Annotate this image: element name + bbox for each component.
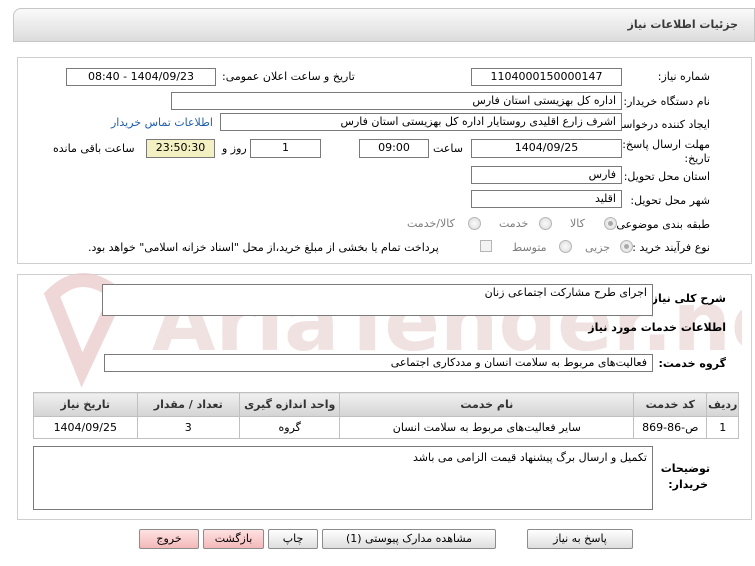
- services-table-header: ردیف کد خدمت نام خدمت واحد اندازه گیری ت…: [33, 392, 739, 417]
- category-label: طبقه بندی موضوعی:: [612, 218, 710, 231]
- deadline-date-label: تاریخ:: [684, 152, 710, 165]
- remaining-time-field: 23:50:30: [146, 139, 215, 158]
- treasury-payment-checkbox[interactable]: [480, 240, 492, 252]
- col-service-name: نام خدمت: [339, 392, 635, 417]
- creator-field: اشرف زارع اقلیدی روستایار اداره کل بهزیس…: [220, 113, 622, 131]
- print-button[interactable]: چاپ: [268, 529, 318, 549]
- purchase-medium-label: متوسط: [512, 241, 547, 254]
- purchase-minor-label: جزیی: [585, 241, 611, 254]
- table-row: 1 ص-86-869 سایر فعالیت‌های مربوط به سلام…: [33, 416, 739, 439]
- need-number-field: 1104000150000147: [471, 68, 622, 86]
- cell-service-name: سایر فعالیت‌های مربوط به سلامت انسان: [339, 416, 635, 439]
- buyer-notes-label-1: توضیحات: [660, 462, 710, 475]
- buyer-org-label: نام دستگاه خریدار:: [623, 95, 710, 108]
- creator-label: ایجاد کننده درخواست:: [608, 118, 710, 131]
- col-quantity: تعداد / مقدار: [136, 392, 241, 417]
- service-group-field: فعالیت‌های مربوط به سلامت انسان و مددکار…: [104, 354, 653, 372]
- cell-row-number: 1: [706, 416, 739, 439]
- days-remaining-field: 1: [250, 139, 321, 158]
- category-goods-radio[interactable]: [604, 217, 617, 230]
- page-title: جزئیات اطلاعات نیاز: [627, 18, 739, 31]
- col-need-date: تاریخ نیاز: [33, 392, 138, 417]
- deadline-label: مهلت ارسال پاسخ: تا: [612, 138, 710, 151]
- province-label: استان محل تحویل:: [623, 170, 710, 183]
- services-section-title: اطلاعات خدمات مورد نیاز: [588, 321, 726, 334]
- cell-need-date: 1404/09/25: [33, 416, 138, 439]
- category-goods-service-label: کالا/خدمت: [407, 217, 455, 230]
- province-field: فارس: [471, 166, 622, 184]
- need-info-panel: [17, 57, 752, 264]
- category-service-radio[interactable]: [539, 217, 552, 230]
- deadline-date-field: 1404/09/25: [471, 139, 622, 158]
- buyer-notes-field: تکمیل و ارسال برگ پیشنهاد قیمت الزامی می…: [33, 446, 653, 510]
- announce-datetime-label: تاریخ و ساعت اعلان عمومی:: [222, 70, 355, 83]
- col-service-code: کد خدمت: [633, 392, 708, 417]
- buyer-contact-link[interactable]: اطلاعات تماس خریدار: [111, 116, 213, 129]
- buyer-org-field: اداره کل بهزیستی استان فارس: [171, 92, 622, 110]
- services-table: ردیف کد خدمت نام خدمت واحد اندازه گیری ت…: [33, 392, 739, 439]
- back-button[interactable]: بازگشت: [203, 529, 264, 549]
- category-goods-label: کالا: [570, 217, 585, 230]
- service-group-label: گروه خدمت:: [658, 357, 726, 370]
- cell-quantity: 3: [136, 416, 241, 439]
- city-field: اقلید: [471, 190, 622, 208]
- city-label: شهر محل تحویل:: [630, 194, 710, 207]
- category-goods-service-radio[interactable]: [468, 217, 481, 230]
- page-header: جزئیات اطلاعات نیاز: [13, 8, 755, 42]
- deadline-time-field: 09:00: [359, 139, 429, 158]
- purchase-minor-radio[interactable]: [620, 240, 633, 253]
- days-label: روز و: [222, 142, 247, 155]
- col-unit: واحد اندازه گیری: [239, 392, 341, 417]
- exit-button[interactable]: خروج: [139, 529, 199, 549]
- purchase-medium-radio[interactable]: [559, 240, 572, 253]
- col-row-number: ردیف: [706, 392, 739, 417]
- deadline-time-label: ساعت: [433, 142, 463, 155]
- buyer-notes-label-2: خریدار:: [668, 478, 708, 491]
- need-number-label: شماره نیاز:: [657, 70, 710, 83]
- cell-service-code: ص-86-869: [633, 416, 708, 439]
- remaining-label: ساعت باقی مانده: [53, 142, 135, 155]
- need-summary-label: شرح کلی نیاز:: [647, 292, 726, 305]
- reply-button[interactable]: پاسخ به نیاز: [527, 529, 633, 549]
- category-service-label: خدمت: [499, 217, 529, 230]
- announce-datetime-field: 1404/09/23 - 08:40: [66, 68, 216, 86]
- treasury-payment-note: پرداخت تمام یا بخشی از مبلغ خرید،از محل …: [88, 241, 439, 254]
- cell-unit: گروه: [239, 416, 341, 439]
- need-summary-field: اجرای طرح مشارکت اجتماعی زنان: [102, 284, 653, 316]
- purchase-type-label: نوع فرآیند خرید :: [632, 241, 710, 254]
- view-attachments-button[interactable]: مشاهده مدارک پیوستی (1): [322, 529, 496, 549]
